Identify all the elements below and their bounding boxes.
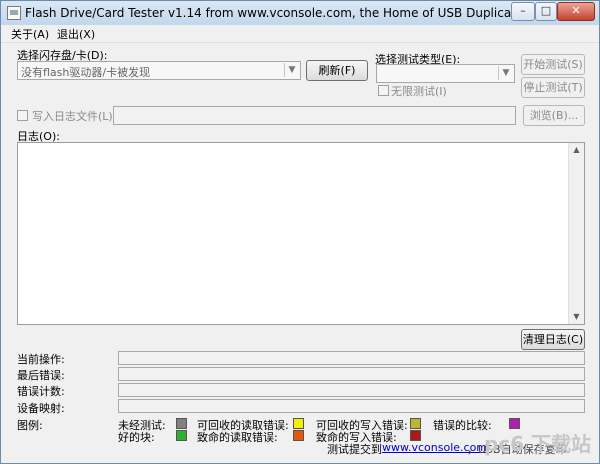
unlimited-label: 无限测试(I) [391,85,447,98]
app-icon [7,6,21,20]
device-map-field [118,399,585,413]
scroll-up-icon[interactable]: ▲ [569,143,584,157]
last-error-label: 最后错误: [17,369,65,382]
close-button[interactable]: ✕ [557,2,595,21]
refresh-button[interactable]: 刷新(F) [306,60,368,81]
clear-log-button[interactable]: 清理日志(C) [521,329,585,350]
log-area[interactable]: ▲ ▼ [17,142,585,325]
error-count-field [118,383,585,397]
legend-rec-read-swatch [293,418,304,429]
title-bar[interactable]: Flash Drive/Card Tester v1.14 from www.v… [1,1,599,25]
scroll-down-icon[interactable]: ▼ [569,310,584,324]
legend-good-label: 好的块: [118,431,155,444]
chevron-down-icon: ▼ [498,66,513,80]
legend-rec-write-swatch [410,418,421,429]
watermark-logo: pc6 下载站 [483,432,591,456]
last-error-field [118,367,585,381]
current-op-field [118,351,585,365]
main-window: Flash Drive/Card Tester v1.14 from www.v… [0,0,600,464]
current-op-label: 当前操作: [17,353,65,366]
legend-fatal-read-label: 致命的读取错误: [197,431,278,444]
log-file-checkbox[interactable] [17,110,28,121]
window-title: Flash Drive/Card Tester v1.14 from www.v… [25,6,529,20]
legend-untested-swatch [176,418,187,429]
legend-fatal-write-swatch [410,430,421,441]
legend-compare-label: 错误的比较: [433,419,492,432]
menu-about[interactable]: 关于(A) [11,26,49,42]
drive-select[interactable]: 没有flash驱动器/卡被发现 ▼ [17,61,301,80]
log-file-label: 写入日志文件(L) [32,110,113,123]
unlimited-checkbox[interactable] [378,85,389,96]
stop-test-button[interactable]: 停止测试(T) [521,77,585,98]
footer-submit-text: 测试提交到 [327,443,382,456]
log-scrollbar[interactable]: ▲ ▼ [568,143,584,324]
legend-good-swatch [176,430,187,441]
start-test-button[interactable]: 开始测试(S) [521,54,585,75]
chevron-down-icon: ▼ [284,63,299,77]
device-map-label: 设备映射: [17,402,65,415]
error-count-label: 错误计数: [17,385,65,398]
legend-fatal-read-swatch [293,430,304,441]
drive-select-value: 没有flash驱动器/卡被发现 [21,66,151,79]
menu-bar: 关于(A) 退出(X) [1,25,599,43]
legend-label: 图例: [17,419,43,432]
log-file-path[interactable] [113,106,516,125]
test-type-select[interactable]: ▼ [376,64,515,83]
maximize-button[interactable]: □ [535,2,557,21]
browse-button[interactable]: 浏览(B)... [523,105,585,126]
menu-exit[interactable]: 退出(X) [57,26,95,42]
minimize-button[interactable]: – [511,2,535,21]
